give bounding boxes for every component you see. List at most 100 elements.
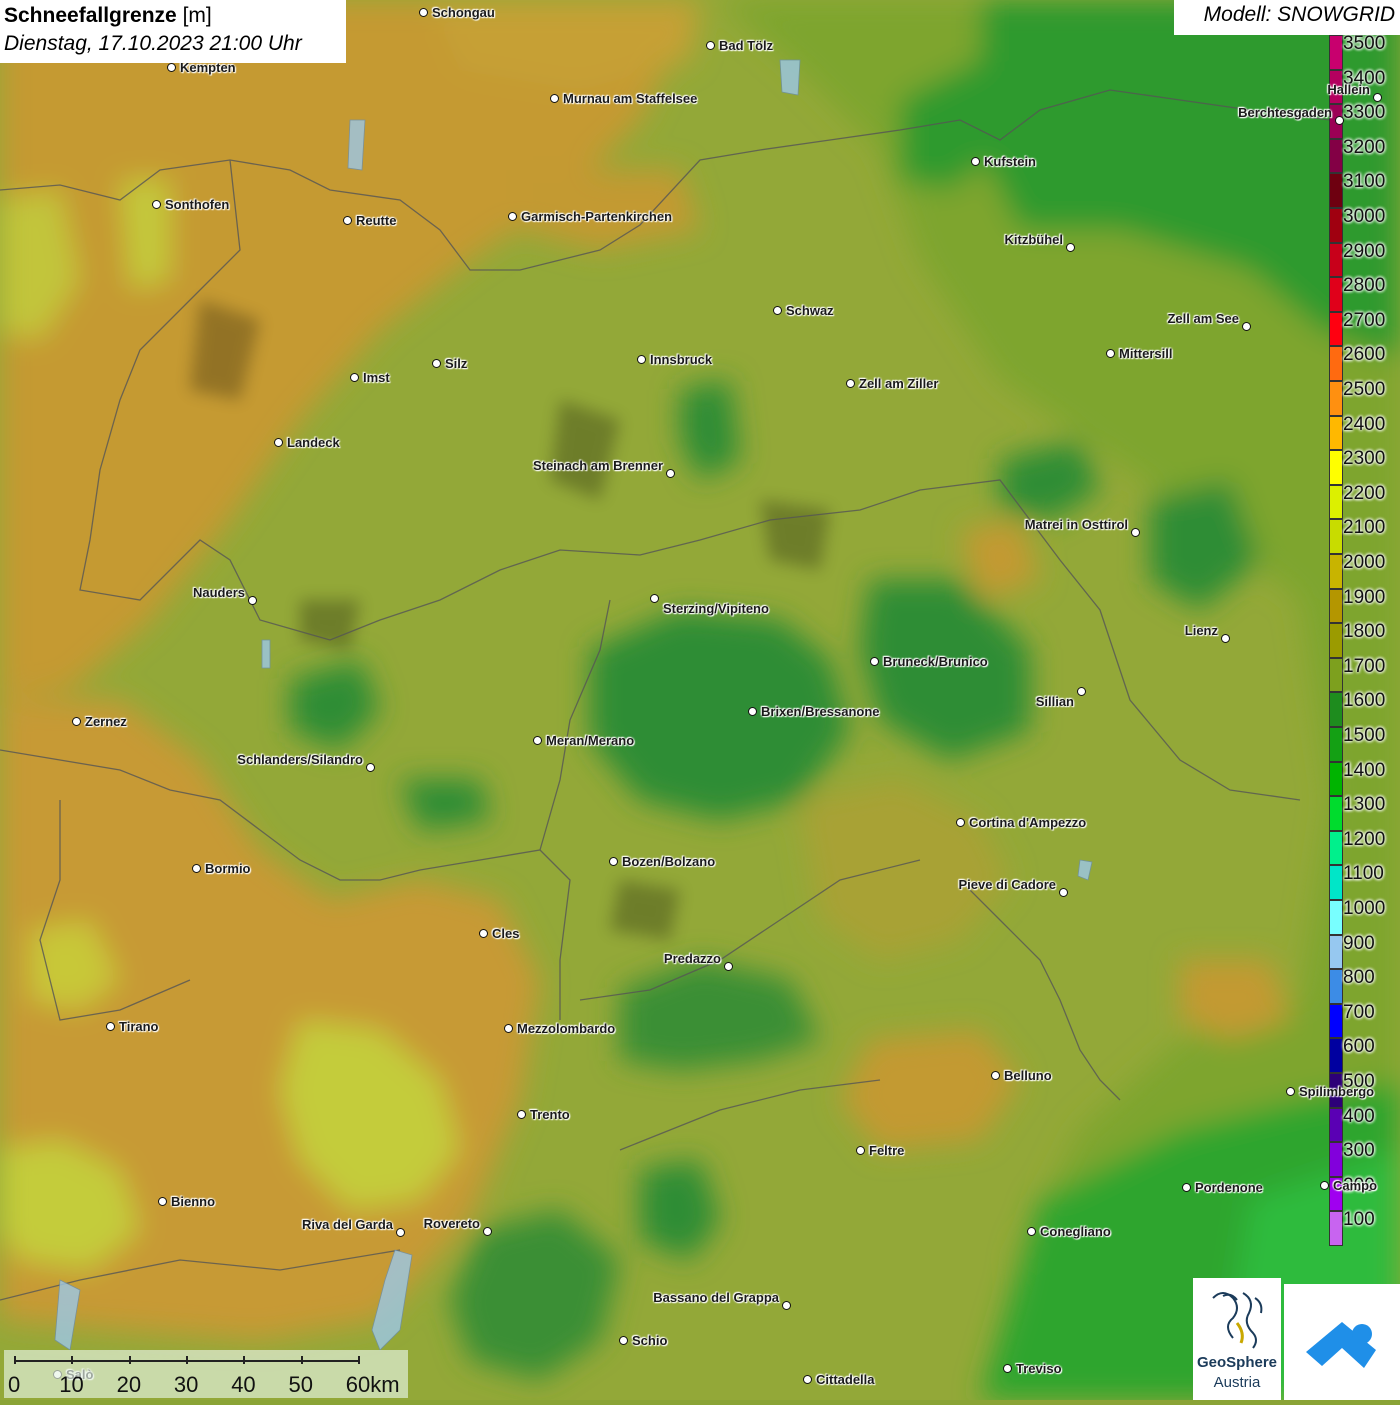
city-dot[interactable] [1077, 687, 1086, 696]
legend-label: 2800 [1343, 275, 1386, 297]
legend-swatch [1329, 657, 1343, 693]
city-dot[interactable] [396, 1228, 405, 1237]
city-dot[interactable] [517, 1110, 526, 1119]
legend-swatch [1329, 900, 1343, 935]
map-datetime: Dienstag, 17.10.2023 21:00 Uhr [4, 32, 302, 55]
city-dot[interactable] [1003, 1364, 1012, 1373]
legend-swatch [1329, 1003, 1343, 1039]
city-dot[interactable] [650, 594, 659, 603]
city-label: Kitzbühel [1004, 232, 1064, 247]
city-label: Mezzolombardo [517, 1021, 616, 1036]
city-label: Bozen/Bolzano [622, 854, 716, 869]
city-dot[interactable] [856, 1146, 865, 1155]
legend-label: 700 [1343, 1001, 1375, 1023]
city-dot[interactable] [706, 41, 715, 50]
city-dot[interactable] [533, 736, 542, 745]
city-dot[interactable] [350, 373, 359, 382]
city-dot[interactable] [1335, 116, 1344, 125]
city-dot[interactable] [167, 63, 176, 72]
city-dot[interactable] [479, 929, 488, 938]
legend-swatch [1329, 138, 1343, 174]
legend-label: 400 [1343, 1105, 1375, 1127]
city-label: Bienno [171, 1194, 216, 1209]
city-dot[interactable] [956, 818, 965, 827]
city-dot[interactable] [1027, 1227, 1036, 1236]
legend-label: 2200 [1343, 482, 1386, 504]
legend-swatch [1329, 1142, 1343, 1177]
city-dot[interactable] [619, 1336, 628, 1345]
legend-swatch [1329, 796, 1343, 831]
city-dot[interactable] [971, 157, 980, 166]
city-dot[interactable] [666, 469, 675, 478]
city-dot[interactable] [1242, 322, 1251, 331]
city-dot[interactable] [1221, 634, 1230, 643]
legend-label: 1800 [1343, 621, 1386, 643]
city-dot[interactable] [609, 857, 618, 866]
city-dot[interactable] [991, 1071, 1000, 1080]
city-dot[interactable] [419, 8, 428, 17]
city-dot[interactable] [72, 717, 81, 726]
model-label: Modell: SNOWGRID [1174, 0, 1400, 35]
city-dot[interactable] [1286, 1087, 1295, 1096]
legend-label: 800 [1343, 967, 1375, 989]
legend-label: 3500 [1343, 33, 1386, 54]
city-label: Steinach am Brenner [532, 458, 663, 473]
city-dot[interactable] [158, 1197, 167, 1206]
city-dot[interactable] [724, 962, 733, 971]
city-dot[interactable] [870, 657, 879, 666]
city-label: Silz [445, 356, 468, 371]
city-dot[interactable] [483, 1227, 492, 1236]
city-label: Sonthofen [165, 197, 230, 212]
legend-label: 1600 [1343, 690, 1386, 712]
legend-swatch [1329, 588, 1343, 624]
city-dot[interactable] [550, 94, 559, 103]
city-dot[interactable] [106, 1022, 115, 1031]
city-label: Mittersill [1119, 346, 1173, 361]
city-dot[interactable] [803, 1375, 812, 1384]
legend-label: 1900 [1343, 586, 1386, 608]
city-dot[interactable] [1373, 93, 1382, 102]
legend-label: 1000 [1343, 898, 1386, 919]
city-dot[interactable] [846, 379, 855, 388]
legend-label: 2700 [1343, 309, 1386, 331]
city-label: Bormio [205, 861, 251, 876]
city-dot[interactable] [1320, 1181, 1329, 1190]
city-dot[interactable] [1059, 888, 1068, 897]
city-label: Imst [363, 370, 390, 385]
logo-text-geosphere: GeoSphere [1196, 1354, 1278, 1371]
city-label: Lienz [1184, 623, 1218, 638]
city-dot[interactable] [248, 596, 257, 605]
city-dot[interactable] [504, 1024, 513, 1033]
scale-tick [14, 1356, 16, 1364]
city-dot[interactable] [1182, 1183, 1191, 1192]
city-dot[interactable] [192, 864, 201, 873]
legend-label: 3100 [1343, 171, 1386, 193]
city-dot[interactable] [1106, 349, 1115, 358]
city-label: Reutte [356, 213, 397, 228]
city-dot[interactable] [343, 216, 352, 225]
city-dot[interactable] [366, 763, 375, 772]
scale-tick [128, 1356, 131, 1364]
legend-swatch [1329, 450, 1343, 485]
city-dot[interactable] [637, 355, 646, 364]
city-label: Spilimbergo [1299, 1084, 1375, 1099]
scale-label: 0 [8, 1372, 21, 1397]
legend-label: 600 [1343, 1036, 1375, 1058]
city-dot[interactable] [1131, 528, 1140, 537]
city-dot[interactable] [748, 707, 757, 716]
city-dot[interactable] [152, 200, 161, 209]
app-logo[interactable] [1284, 1284, 1400, 1400]
legend-label: 2500 [1343, 379, 1386, 400]
city-dot[interactable] [782, 1301, 791, 1310]
city-dot[interactable] [508, 212, 517, 221]
city-dot[interactable] [773, 306, 782, 315]
city-dot[interactable] [432, 359, 441, 368]
geosphere-logo[interactable]: GeoSphere Austria [1193, 1278, 1281, 1400]
legend-label: 2300 [1343, 448, 1386, 470]
legend-swatch [1329, 761, 1343, 797]
city-label: Schio [632, 1333, 668, 1348]
legend-swatch [1329, 311, 1343, 347]
city-dot[interactable] [274, 438, 283, 447]
legend-label: 1400 [1343, 759, 1386, 781]
city-dot[interactable] [1066, 243, 1075, 252]
